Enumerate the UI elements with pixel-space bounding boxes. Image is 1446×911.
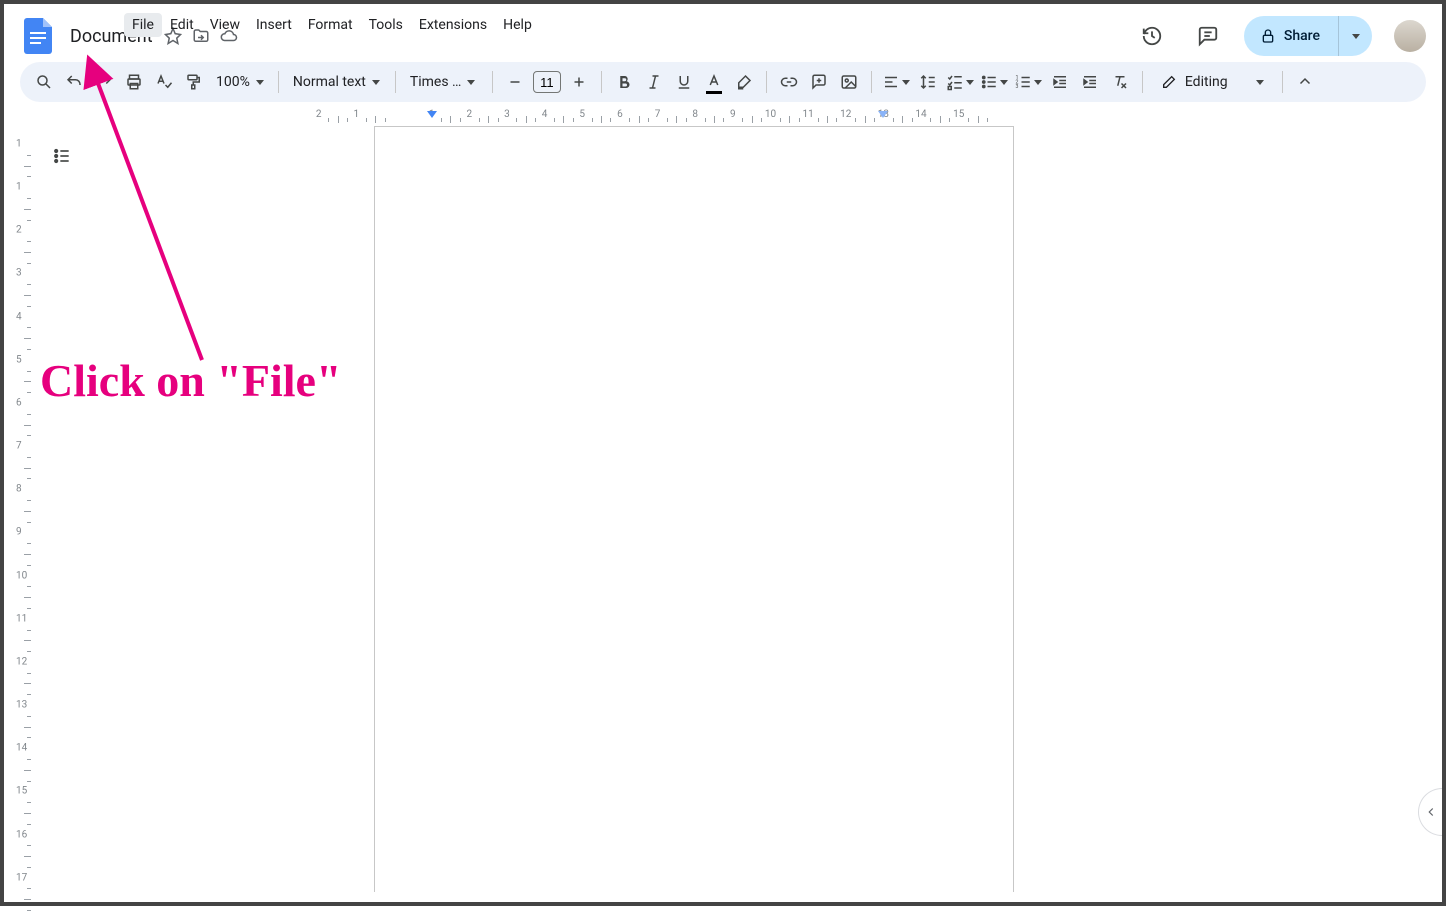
- docs-logo[interactable]: [20, 18, 56, 54]
- text-color-icon[interactable]: [700, 68, 728, 96]
- align-icon[interactable]: [880, 68, 912, 96]
- font-size-input[interactable]: [533, 71, 561, 93]
- print-icon[interactable]: [120, 68, 148, 96]
- menu-edit[interactable]: Edit: [162, 13, 202, 37]
- pencil-icon: [1161, 74, 1177, 90]
- horizontal-ruler[interactable]: 21123456789101112131415: [34, 108, 1442, 124]
- menu-format[interactable]: Format: [300, 13, 361, 37]
- document-outline-icon[interactable]: [48, 142, 76, 170]
- toolbar: 100% Normal text Times … 123: [20, 62, 1426, 102]
- search-icon[interactable]: [30, 68, 58, 96]
- menu-help[interactable]: Help: [495, 13, 540, 37]
- menu-file[interactable]: File: [124, 13, 162, 37]
- paint-format-icon[interactable]: [180, 68, 208, 96]
- undo-icon[interactable]: [60, 68, 88, 96]
- underline-icon[interactable]: [670, 68, 698, 96]
- share-label: Share: [1284, 28, 1320, 44]
- menu-view[interactable]: View: [202, 13, 248, 37]
- highlight-color-icon[interactable]: [730, 68, 758, 96]
- collapse-toolbar-icon[interactable]: [1291, 68, 1319, 96]
- account-avatar[interactable]: [1394, 20, 1426, 52]
- bulleted-list-icon[interactable]: [978, 68, 1010, 96]
- annotation-text: Click on "File": [40, 354, 342, 407]
- menu-insert[interactable]: Insert: [248, 13, 300, 37]
- document-canvas[interactable]: [34, 124, 1442, 892]
- header-right-actions: Share: [1132, 16, 1426, 56]
- redo-icon[interactable]: [90, 68, 118, 96]
- editing-mode-select[interactable]: Editing: [1151, 67, 1274, 97]
- menu-extensions[interactable]: Extensions: [411, 13, 495, 37]
- vertical-ruler[interactable]: 11234567891011121314151617: [12, 124, 34, 892]
- italic-icon[interactable]: [640, 68, 668, 96]
- styles-value: Normal text: [293, 74, 366, 90]
- styles-select[interactable]: Normal text: [287, 68, 387, 96]
- zoom-select[interactable]: 100%: [210, 68, 270, 96]
- editing-mode-label: Editing: [1185, 74, 1228, 90]
- checklist-icon[interactable]: [944, 68, 976, 96]
- insert-link-icon[interactable]: [775, 68, 803, 96]
- share-dropdown[interactable]: [1338, 16, 1372, 56]
- document-page[interactable]: [374, 126, 1014, 892]
- font-select[interactable]: Times …: [404, 68, 484, 96]
- decrease-indent-icon[interactable]: [1046, 68, 1074, 96]
- title-bar: Document File Edit View Insert Format To…: [4, 4, 1442, 62]
- comments-icon[interactable]: [1188, 16, 1228, 56]
- lock-icon: [1260, 28, 1276, 44]
- bold-icon[interactable]: [610, 68, 638, 96]
- zoom-value: 100%: [216, 74, 250, 90]
- clear-formatting-icon[interactable]: [1106, 68, 1134, 96]
- history-icon[interactable]: [1132, 16, 1172, 56]
- increase-font-icon[interactable]: [565, 68, 593, 96]
- menu-tools[interactable]: Tools: [361, 13, 411, 37]
- decrease-font-icon[interactable]: [501, 68, 529, 96]
- font-value: Times …: [410, 74, 462, 90]
- share-button[interactable]: Share: [1244, 16, 1338, 56]
- insert-image-icon[interactable]: [835, 68, 863, 96]
- spellcheck-icon[interactable]: [150, 68, 178, 96]
- increase-indent-icon[interactable]: [1076, 68, 1104, 96]
- svg-text:3: 3: [1015, 84, 1018, 90]
- line-spacing-icon[interactable]: [914, 68, 942, 96]
- numbered-list-icon[interactable]: 123: [1012, 68, 1044, 96]
- add-comment-icon[interactable]: [805, 68, 833, 96]
